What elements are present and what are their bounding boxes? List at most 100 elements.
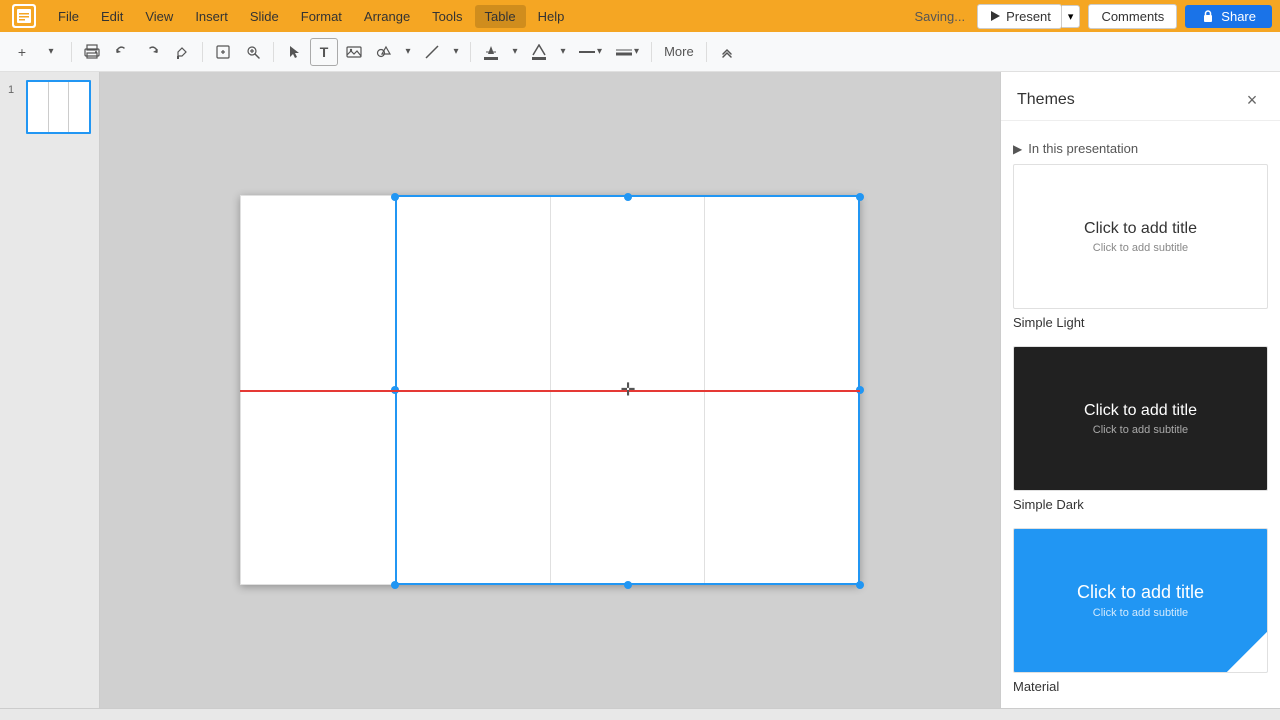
fill-icon (484, 44, 498, 60)
border-style-icon (579, 50, 595, 54)
theme-card-material: Click to add title Click to add subtitle… (1013, 528, 1268, 694)
fill-dropdown[interactable]: ▾ (507, 38, 523, 66)
share-button[interactable]: Share (1185, 5, 1272, 28)
menu-file[interactable]: File (48, 5, 89, 28)
corner-fold (1227, 632, 1267, 672)
print-button[interactable] (78, 38, 106, 66)
separator-1 (71, 42, 72, 62)
slide-table[interactable] (240, 195, 860, 585)
table-row-1 (241, 196, 860, 391)
slide-panel: 1 (0, 72, 100, 708)
theme-title-simple-dark: Click to add title (1084, 402, 1197, 420)
theme-card-simple-light: Click to add title Click to add subtitle… (1013, 164, 1268, 330)
separator-6 (706, 42, 707, 62)
line-button[interactable] (418, 38, 446, 66)
present-button[interactable]: Present (977, 4, 1062, 29)
border-color-button[interactable] (525, 38, 553, 66)
theme-title-simple-light: Click to add title (1084, 220, 1197, 238)
redo-button[interactable] (138, 38, 166, 66)
menu-help[interactable]: Help (528, 5, 575, 28)
themes-header: Themes × (1001, 72, 1280, 121)
theme-name-material: Material (1013, 679, 1268, 694)
border-icon (532, 44, 546, 60)
app-logo (8, 0, 40, 32)
main-area: 1 (0, 72, 1280, 708)
zoom-fit-icon (215, 44, 231, 60)
zoom-button[interactable] (239, 38, 267, 66)
select-button[interactable] (280, 38, 308, 66)
add-dropdown-button[interactable]: ▾ (37, 38, 65, 66)
menu-table[interactable]: Table (475, 5, 526, 28)
theme-preview-material[interactable]: Click to add title Click to add subtitle (1013, 528, 1268, 673)
separator-3 (273, 42, 274, 62)
zoom-fit-button[interactable] (209, 38, 237, 66)
separator-4 (470, 42, 471, 62)
collapse-button[interactable] (713, 38, 741, 66)
fill-color-button[interactable] (477, 38, 505, 66)
line-icon (424, 44, 440, 60)
table-cell-1-2[interactable] (395, 196, 550, 391)
themes-title: Themes (1017, 91, 1075, 109)
themes-close-button[interactable]: × (1240, 88, 1264, 112)
paint-format-button[interactable] (168, 38, 196, 66)
bottom-scroll[interactable] (0, 708, 1280, 720)
slide-col-2 (49, 82, 70, 132)
collapse-icon (719, 44, 735, 60)
theme-name-simple-dark: Simple Dark (1013, 497, 1268, 512)
menu-view[interactable]: View (135, 5, 183, 28)
table-row-2 (241, 390, 860, 585)
image-button[interactable] (340, 38, 368, 66)
theme-subtitle-material: Click to add subtitle (1093, 607, 1188, 619)
slide-canvas[interactable]: ✛ (240, 195, 860, 585)
text-button[interactable]: T (310, 38, 338, 66)
menu-slide[interactable]: Slide (240, 5, 289, 28)
line-dropdown[interactable]: ▾ (448, 38, 464, 66)
slide-thumb-1[interactable] (26, 80, 91, 134)
shapes-button[interactable] (370, 38, 398, 66)
undo-icon (114, 44, 130, 60)
menu-arrange[interactable]: Arrange (354, 5, 420, 28)
theme-card-simple-dark: Click to add title Click to add subtitle… (1013, 346, 1268, 512)
undo-button[interactable] (108, 38, 136, 66)
title-right: Present ▾ Comments Share (977, 4, 1272, 29)
table-cell-1-1[interactable] (241, 196, 396, 391)
slide-thumb-container: 1 (8, 80, 91, 134)
border-weight-icon (616, 48, 632, 56)
separator-5 (651, 42, 652, 62)
theme-preview-simple-dark[interactable]: Click to add title Click to add subtitle (1013, 346, 1268, 491)
menu-tools[interactable]: Tools (422, 5, 472, 28)
slide-col-3 (69, 82, 89, 132)
logo-icon (12, 4, 36, 28)
canvas-area[interactable]: ✛ (100, 72, 1000, 708)
border-style-button[interactable]: ▾ (573, 43, 608, 60)
more-button[interactable]: More (658, 41, 700, 62)
play-icon (988, 9, 1002, 23)
table-cell-2-1[interactable] (241, 390, 396, 585)
table-cell-2-2[interactable] (395, 390, 550, 585)
table-cell-1-3[interactable] (550, 196, 705, 391)
theme-name-simple-light: Simple Light (1013, 315, 1268, 330)
table-cell-2-4[interactable] (705, 390, 860, 585)
present-dropdown-button[interactable]: ▾ (1062, 5, 1081, 28)
table-cell-1-4[interactable] (705, 196, 860, 391)
title-bar: File Edit View Insert Slide Format Arran… (0, 0, 1280, 32)
paint-icon (174, 44, 190, 60)
border-dropdown[interactable]: ▾ (555, 38, 571, 66)
image-icon (346, 44, 362, 60)
menu-bar: File Edit View Insert Slide Format Arran… (48, 5, 915, 28)
redo-icon (144, 44, 160, 60)
table-cell-2-3[interactable] (550, 390, 705, 585)
separator-2 (202, 42, 203, 62)
zoom-icon (245, 44, 261, 60)
menu-insert[interactable]: Insert (185, 5, 238, 28)
saving-status: Saving... (915, 9, 966, 24)
border-weight-button[interactable]: ▾ (610, 43, 645, 60)
menu-format[interactable]: Format (291, 5, 352, 28)
add-slide-button[interactable]: + (8, 38, 36, 66)
themes-in-presentation[interactable]: ▶ In this presentation (1013, 133, 1268, 164)
comments-button[interactable]: Comments (1088, 4, 1177, 29)
theme-preview-simple-light[interactable]: Click to add title Click to add subtitle (1013, 164, 1268, 309)
menu-edit[interactable]: Edit (91, 5, 133, 28)
shapes-dropdown[interactable]: ▾ (400, 38, 416, 66)
slide-thumb-inner (28, 82, 89, 132)
